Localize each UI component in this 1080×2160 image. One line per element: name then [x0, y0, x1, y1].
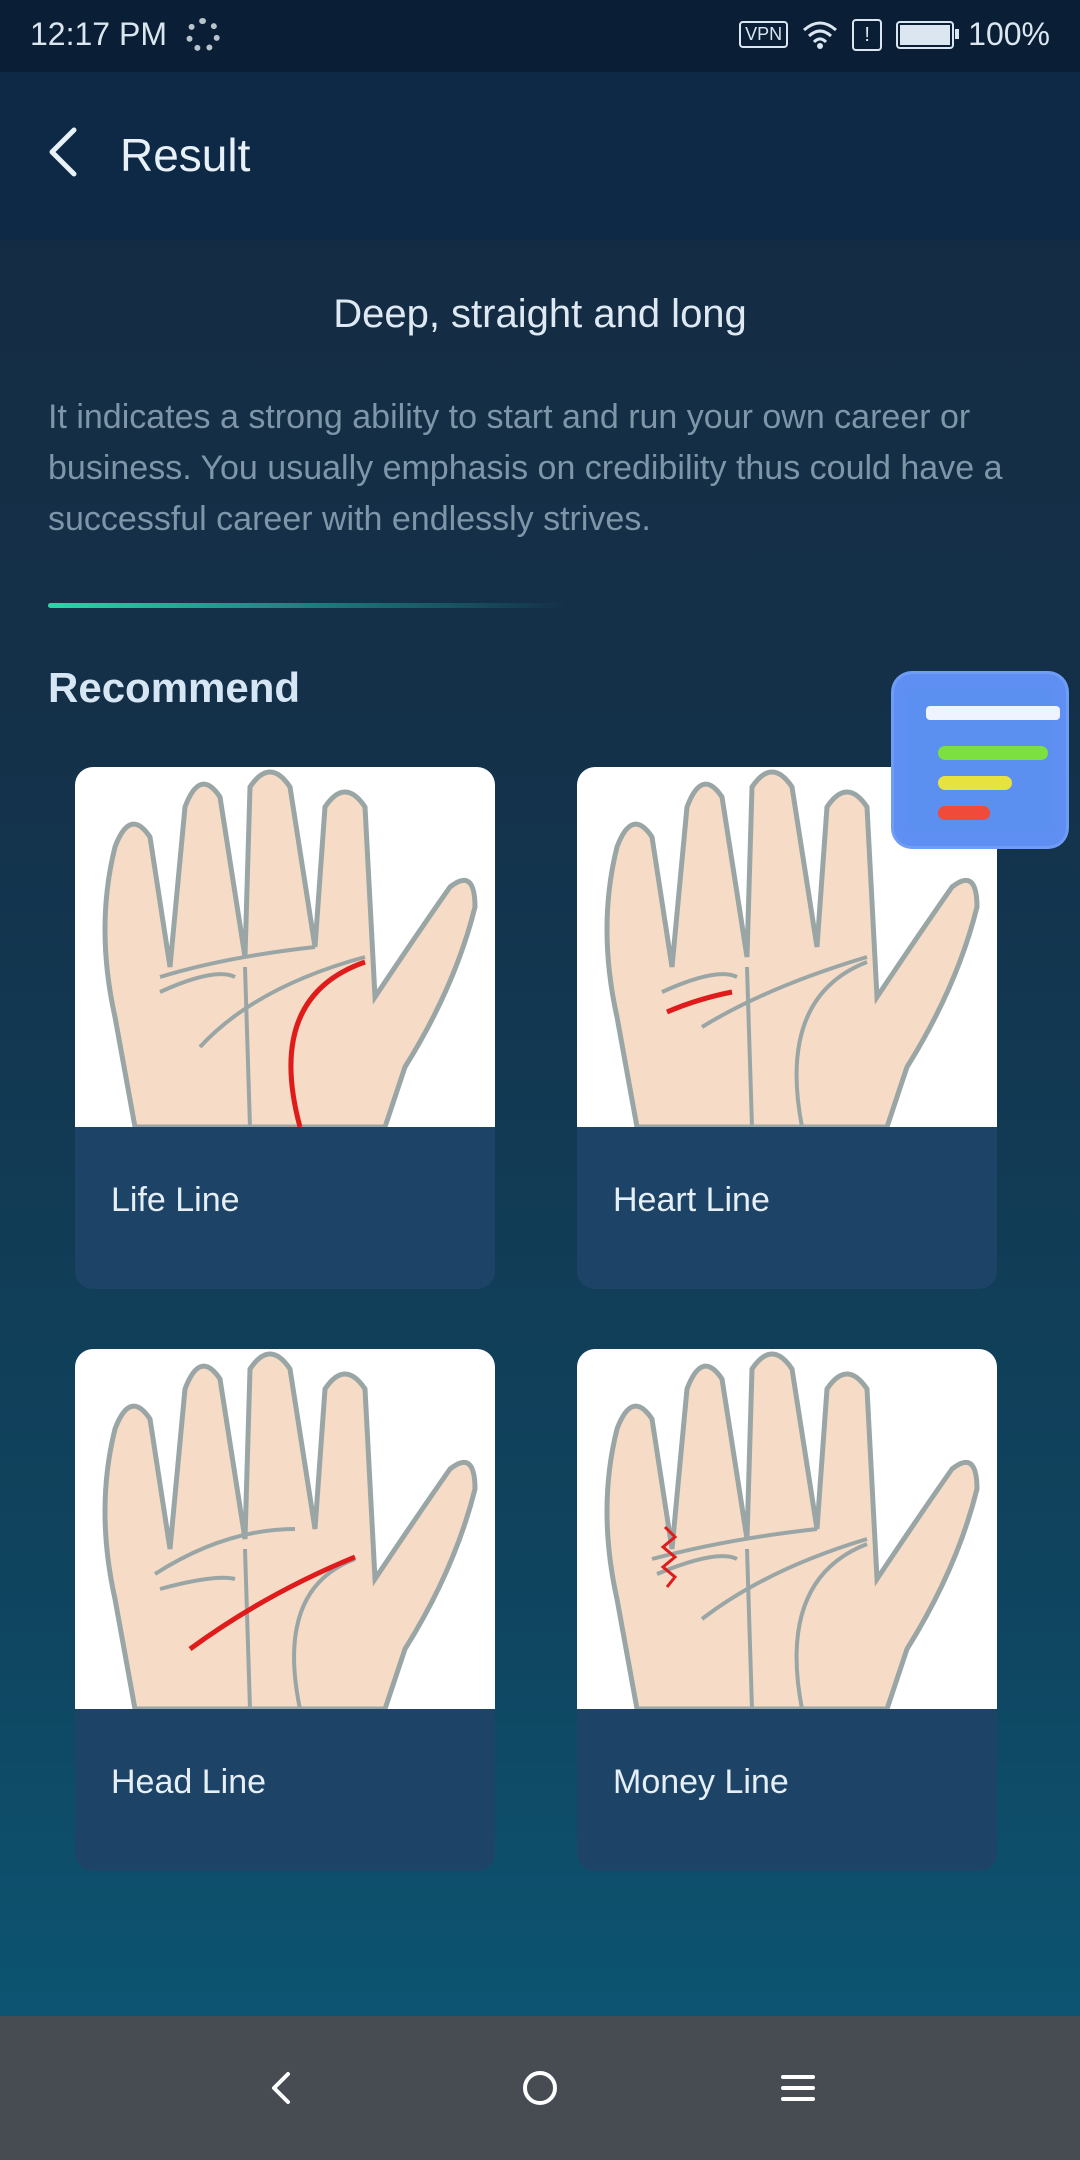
- loading-spinner-icon: [186, 18, 220, 52]
- page-title: Result: [120, 129, 251, 181]
- chevron-left-icon: [49, 127, 77, 177]
- alert-icon: !: [852, 18, 883, 51]
- vpn-icon: VPN: [739, 21, 789, 48]
- card-label: Money Line: [613, 1763, 789, 1801]
- floating-report-button[interactable]: [894, 674, 1066, 846]
- back-button[interactable]: [36, 122, 96, 182]
- menu-icon: [781, 2075, 815, 2101]
- card-label: Life Line: [111, 1181, 240, 1219]
- back-icon: [272, 2072, 290, 2104]
- palm-life-line-illustration: [75, 767, 495, 1130]
- home-icon: [523, 2071, 557, 2105]
- status-time: 12:17 PM: [30, 16, 167, 52]
- system-nav-bar: [0, 2016, 1080, 2160]
- app-bar: Result: [0, 72, 1080, 240]
- recommend-card-head-line[interactable]: Head Line: [75, 1349, 495, 1871]
- wifi-icon: [803, 21, 838, 49]
- result-description: It indicates a strong ability to start a…: [48, 398, 1003, 538]
- nav-menu-button[interactable]: [766, 2056, 830, 2120]
- status-bar: 12:17 PM VPN ! 100%: [0, 0, 1080, 72]
- recommend-card-money-line[interactable]: Money Line: [577, 1349, 997, 1871]
- status-icons: VPN ! 100%: [739, 16, 1050, 53]
- palm-head-line-illustration: [75, 1349, 495, 1712]
- card-label: Heart Line: [613, 1181, 770, 1219]
- card-label: Head Line: [111, 1763, 267, 1801]
- result-title: Deep, straight and long: [333, 292, 747, 336]
- palm-money-line-illustration: [577, 1349, 997, 1712]
- nav-home-button[interactable]: [508, 2056, 572, 2120]
- recommend-card-life-line[interactable]: Life Line: [75, 767, 495, 1289]
- recommend-heading: Recommend: [48, 664, 301, 711]
- section-divider: [48, 603, 568, 608]
- battery-icon: [896, 20, 960, 49]
- report-widget-icon: [908, 688, 1060, 832]
- nav-back-button[interactable]: [250, 2056, 314, 2120]
- battery-percent: 100%: [968, 16, 1050, 52]
